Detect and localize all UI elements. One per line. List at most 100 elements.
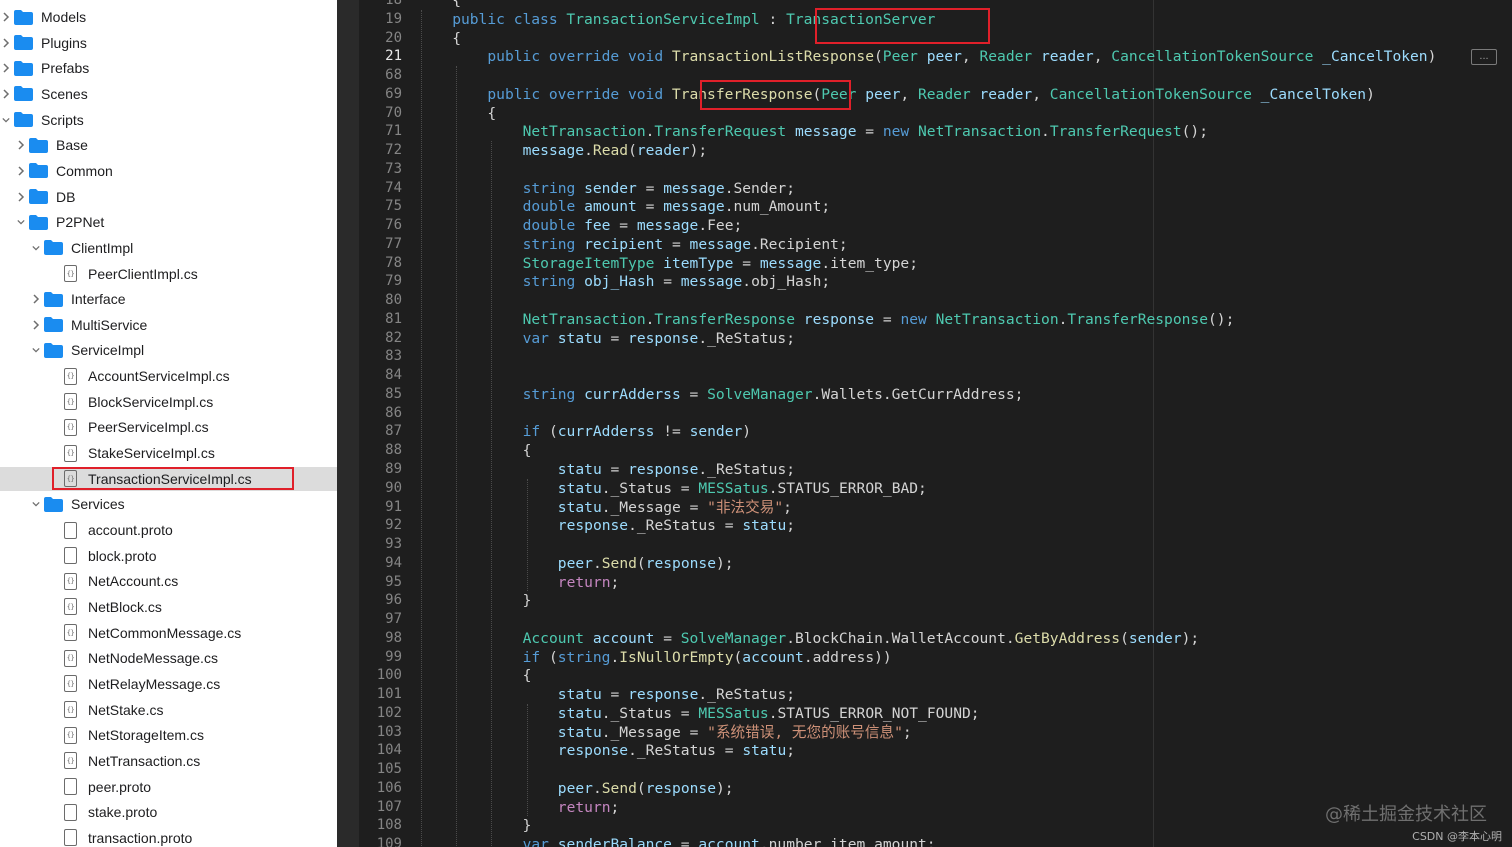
code-line[interactable]: {: [487, 104, 496, 123]
code-line[interactable]: {: [452, 29, 461, 48]
code-line[interactable]: peer.Send(response);: [558, 554, 734, 573]
code-token: .Fee;: [698, 217, 743, 235]
tree-item-clientimpl[interactable]: ClientImpl: [0, 236, 337, 260]
code-line[interactable]: string currAdderss = SolveManager.Wallet…: [523, 385, 1024, 404]
tree-item-stakeserviceimpl-cs[interactable]: {} StakeServiceImpl.cs: [0, 441, 337, 465]
code-line[interactable]: response._ReStatus = statu;: [558, 516, 795, 535]
tree-item-label: Scripts: [41, 111, 84, 128]
line-number: 93: [385, 536, 402, 553]
sidebar-divider[interactable]: [337, 0, 359, 847]
code-line[interactable]: public override void TransferResponse(Pe…: [487, 85, 1375, 104]
chevron-right-icon[interactable]: [1, 87, 11, 101]
code-line[interactable]: {: [523, 666, 532, 685]
code-line[interactable]: statu._Message = "非法交易";: [558, 498, 792, 517]
tree-item-transaction-proto[interactable]: transaction.proto: [0, 826, 337, 847]
code-line[interactable]: }: [523, 816, 532, 835]
tree-item-models[interactable]: Models: [0, 5, 323, 29]
chevron-down-icon[interactable]: [16, 215, 26, 229]
code-line[interactable]: double fee = message.Fee;: [523, 216, 743, 235]
code-token: TransferRequest: [654, 123, 787, 141]
tree-item-netcommonmessage-cs[interactable]: {} NetCommonMessage.cs: [0, 621, 337, 645]
code-line[interactable]: if (currAdderss != sender): [523, 422, 751, 441]
code-line[interactable]: }: [523, 591, 532, 610]
chevron-right-icon[interactable]: [1, 61, 11, 75]
code-line[interactable]: Account account = SolveManager.BlockChai…: [523, 629, 1200, 648]
watermark-csdn: CSDN @李本心明: [1412, 830, 1502, 843]
tree-item-services[interactable]: Services: [0, 492, 337, 516]
tree-item-peer-proto[interactable]: peer.proto: [0, 775, 337, 799]
tree-item-transactionserviceimpl-cs[interactable]: {} TransactionServiceImpl.cs: [0, 466, 337, 491]
line-number: 91: [385, 498, 402, 515]
chevron-down-icon[interactable]: [31, 497, 41, 511]
tree-item-plugins[interactable]: Plugins: [0, 31, 323, 55]
chevron-right-icon[interactable]: [31, 318, 41, 332]
tree-item-peerserviceimpl-cs[interactable]: {} PeerServiceImpl.cs: [0, 415, 337, 439]
tree-item-stake-proto[interactable]: stake.proto: [0, 800, 337, 824]
code-line[interactable]: peer.Send(response);: [558, 779, 734, 798]
tree-item-netaccount-cs[interactable]: {} NetAccount.cs: [0, 569, 337, 593]
code-line[interactable]: double amount = message.num_Amount;: [523, 197, 831, 216]
code-line[interactable]: statu._Message = "系统错误, 无您的账号信息";: [558, 723, 912, 742]
code-line[interactable]: statu._Status = MESSatus.STATUS_ERROR_NO…: [558, 704, 980, 723]
folder-icon: [44, 342, 63, 358]
tree-item-base[interactable]: Base: [0, 133, 337, 157]
code-line[interactable]: statu = response._ReStatus;: [558, 460, 795, 479]
tree-item-netstake-cs[interactable]: {} NetStake.cs: [0, 698, 337, 722]
chevron-down-icon[interactable]: [1, 113, 11, 127]
code-token: string: [557, 648, 611, 666]
tree-item-prefabs[interactable]: Prefabs: [0, 56, 323, 80]
code-line[interactable]: {: [452, 0, 461, 10]
chevron-down-icon[interactable]: [31, 241, 41, 255]
tree-item-common[interactable]: Common: [0, 159, 337, 183]
code-line[interactable]: {: [523, 441, 532, 460]
code-line[interactable]: if (string.IsNullOrEmpty(account.address…: [523, 648, 892, 667]
chevron-right-icon[interactable]: [31, 292, 41, 306]
folded-code-ellipsis[interactable]: ...: [1471, 49, 1497, 65]
tree-item-multiservice[interactable]: MultiService: [0, 313, 337, 337]
code-line[interactable]: string recipient = message.Recipient;: [523, 235, 848, 254]
code-editor[interactable]: 18 19 20 21 68 69 70 71 72 73 74 75 76 77 78 79 80 81 82 83…: [359, 0, 1512, 847]
tree-item-netnodemessage-cs[interactable]: {} NetNodeMessage.cs: [0, 646, 337, 670]
tree-item-netrelaymessage-cs[interactable]: {} NetRelayMessage.cs: [0, 672, 337, 696]
code-line[interactable]: var statu = response._ReStatus;: [523, 329, 795, 348]
tree-item-accountserviceimpl-cs[interactable]: {} AccountServiceImpl.cs: [0, 364, 337, 388]
tree-item-block-proto[interactable]: block.proto: [0, 544, 337, 568]
code-line[interactable]: NetTransaction.TransferRequest message =…: [523, 122, 1208, 141]
chevron-right-icon[interactable]: [16, 190, 26, 204]
code-line[interactable]: response._ReStatus = statu;: [558, 741, 795, 760]
tree-item-interface[interactable]: Interface: [0, 287, 337, 311]
tree-item-account-proto[interactable]: account.proto: [0, 518, 337, 542]
code-line[interactable]: message.Read(reader);: [523, 141, 708, 160]
code-line[interactable]: string obj_Hash = message.obj_Hash;: [523, 272, 831, 291]
code-line[interactable]: public class TransactionServiceImpl : Tr…: [452, 10, 935, 29]
code-line[interactable]: StorageItemType itemType = message.item_…: [523, 254, 918, 273]
chevron-right-icon[interactable]: [16, 164, 26, 178]
tree-item-blockserviceimpl-cs[interactable]: {} BlockServiceImpl.cs: [0, 390, 337, 414]
code-line[interactable]: statu = response._ReStatus;: [558, 685, 795, 704]
tree-item-netstorageitem-cs[interactable]: {} NetStorageItem.cs: [0, 723, 337, 747]
tree-item-scenes[interactable]: Scenes: [0, 82, 323, 106]
code-line[interactable]: return;: [558, 798, 620, 817]
code-token: CancellationTokenSource: [1111, 48, 1314, 66]
tree-item-label: PeerClientImpl.cs: [88, 265, 198, 282]
tree-item-p2pnet[interactable]: P2PNet: [0, 210, 337, 234]
code-token: TransactionServiceImpl: [566, 10, 760, 28]
tree-item-db[interactable]: DB: [0, 185, 337, 209]
tree-item-nettransaction-cs[interactable]: {} NetTransaction.cs: [0, 749, 337, 773]
code-line[interactable]: NetTransaction.TransferResponse response…: [523, 310, 1235, 329]
csharp-file-icon: {}: [64, 675, 77, 693]
tree-item-peerclientimpl-cs[interactable]: {} PeerClientImpl.cs: [0, 262, 337, 286]
tree-item-netblock-cs[interactable]: {} NetBlock.cs: [0, 595, 337, 619]
code-line[interactable]: string sender = message.Sender;: [523, 179, 795, 198]
chevron-down-icon[interactable]: [31, 343, 41, 357]
code-line[interactable]: return;: [558, 573, 620, 592]
chevron-right-icon[interactable]: [1, 36, 11, 50]
tree-item-scripts[interactable]: Scripts: [0, 108, 323, 132]
code-line[interactable]: statu._Status = MESSatus.STATUS_ERROR_BA…: [558, 479, 927, 498]
code-line[interactable]: public override void TransactionListResp…: [487, 47, 1436, 66]
chevron-right-icon[interactable]: [1, 10, 11, 24]
code-token: .Recipient;: [751, 235, 848, 253]
code-line[interactable]: var senderBalance = account.number_item_…: [523, 835, 936, 847]
chevron-right-icon[interactable]: [16, 138, 26, 152]
tree-item-serviceimpl[interactable]: ServiceImpl: [0, 338, 337, 362]
